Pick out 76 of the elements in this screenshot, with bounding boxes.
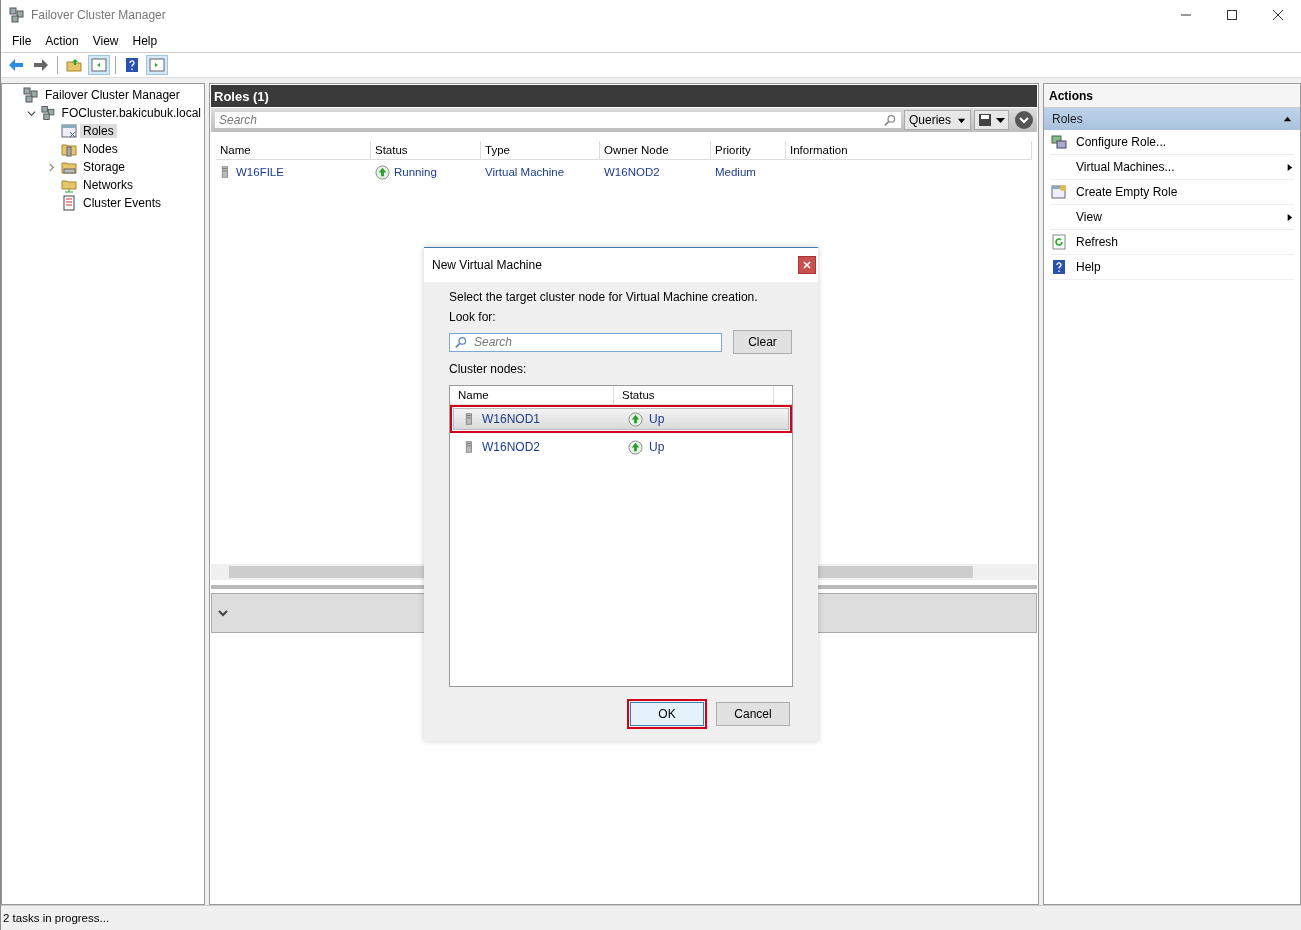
tree-item[interactable]: Storage — [80, 160, 129, 174]
close-icon — [803, 261, 811, 269]
task-link[interactable]: View — [1050, 205, 1294, 230]
tree-item[interactable]: Failover Cluster Manager — [42, 88, 183, 102]
tree-item[interactable]: Nodes — [80, 142, 121, 156]
column-header[interactable]: Name — [450, 386, 614, 404]
maximize-icon — [1227, 10, 1237, 20]
caret-icon — [1283, 114, 1292, 124]
cancel-button[interactable]: Cancel — [716, 702, 790, 726]
search-icon — [455, 335, 468, 349]
dialog-title: New Virtual Machine — [432, 258, 542, 272]
table-cell: Virtual Machine — [485, 166, 565, 178]
table-cell: Medium — [715, 166, 756, 178]
table-cell: Running — [394, 166, 437, 178]
panel-title: Roles (1) — [211, 85, 1037, 107]
save-icon — [978, 113, 992, 127]
column-header[interactable]: Information — [786, 141, 1032, 160]
chevron-down-icon — [1019, 115, 1029, 125]
column-header[interactable]: Owner Node — [600, 141, 711, 160]
roles-icon — [61, 123, 77, 139]
tree-item[interactable]: Networks — [80, 178, 136, 192]
expand-button[interactable] — [1015, 111, 1033, 129]
tree-item[interactable]: Roles — [80, 124, 117, 138]
submenu-arrow-icon — [1285, 212, 1294, 222]
task-link[interactable]: Create Empty Role — [1050, 180, 1294, 205]
network-icon — [61, 177, 77, 193]
actions-section-header[interactable]: Roles — [1044, 108, 1300, 130]
cluster-icon — [23, 87, 39, 103]
node-row[interactable]: W16NOD2 Up — [453, 436, 789, 458]
table-cell: W16NOD2 — [604, 166, 660, 178]
field-label: Look for: — [449, 310, 497, 324]
column-header[interactable]: Priority — [711, 141, 786, 160]
task-link[interactable]: Help — [1050, 255, 1294, 280]
chevron-down-icon — [218, 608, 228, 618]
column-header[interactable]: Status — [614, 386, 774, 404]
tree-item[interactable]: Cluster Events — [80, 196, 165, 210]
close-button[interactable] — [798, 256, 816, 274]
event-log-icon — [61, 195, 77, 211]
search-icon — [883, 113, 897, 127]
refresh-icon — [1051, 234, 1067, 250]
column-header[interactable]: Name — [216, 141, 371, 160]
save-query-button[interactable] — [974, 110, 1009, 130]
chevron-right-icon — [46, 162, 56, 172]
search-field[interactable]: Search — [215, 112, 901, 128]
chevron-down-icon — [26, 108, 36, 118]
task-link[interactable]: Virtual Machines... — [1050, 155, 1294, 180]
search-field[interactable]: Search — [449, 332, 722, 352]
node-row[interactable]: W16NOD1 Up — [453, 408, 789, 430]
window-title: Failover Cluster Manager — [31, 8, 166, 22]
ok-button[interactable]: OK — [630, 702, 704, 726]
task-link[interactable]: Configure Role... — [1050, 130, 1294, 155]
close-icon — [1273, 10, 1283, 20]
tree-item[interactable]: FOCluster.bakicubuk.local — [58, 106, 204, 120]
actions-title: Actions — [1044, 85, 1300, 108]
cluster-icon — [40, 105, 56, 121]
caret-icon — [996, 115, 1005, 125]
task-link[interactable]: Refresh — [1050, 230, 1294, 255]
menu-item[interactable]: Help — [125, 32, 165, 50]
queries-button[interactable]: Queries — [903, 110, 971, 130]
help-icon — [1051, 259, 1067, 275]
window-icon — [1051, 184, 1067, 200]
configure-icon — [1051, 134, 1067, 150]
instruction-text: Select the target cluster node for Virtual Machine creation. — [449, 290, 759, 304]
menu-item[interactable]: View — [85, 32, 126, 50]
submenu-arrow-icon — [1285, 162, 1294, 172]
cluster-icon — [9, 7, 25, 23]
menu-item[interactable]: File — [5, 32, 39, 50]
column-header[interactable]: Type — [481, 141, 600, 160]
table-cell: W16FILE — [236, 166, 284, 178]
field-label: Cluster nodes: — [449, 362, 528, 376]
clear-button[interactable]: Clear — [733, 330, 792, 354]
folder-icon — [61, 159, 77, 175]
column-header[interactable]: Status — [371, 141, 481, 160]
folder-icon — [61, 141, 77, 157]
status-text: 2 tasks in progress... — [3, 912, 110, 924]
menu-item[interactable]: Action — [38, 32, 86, 50]
